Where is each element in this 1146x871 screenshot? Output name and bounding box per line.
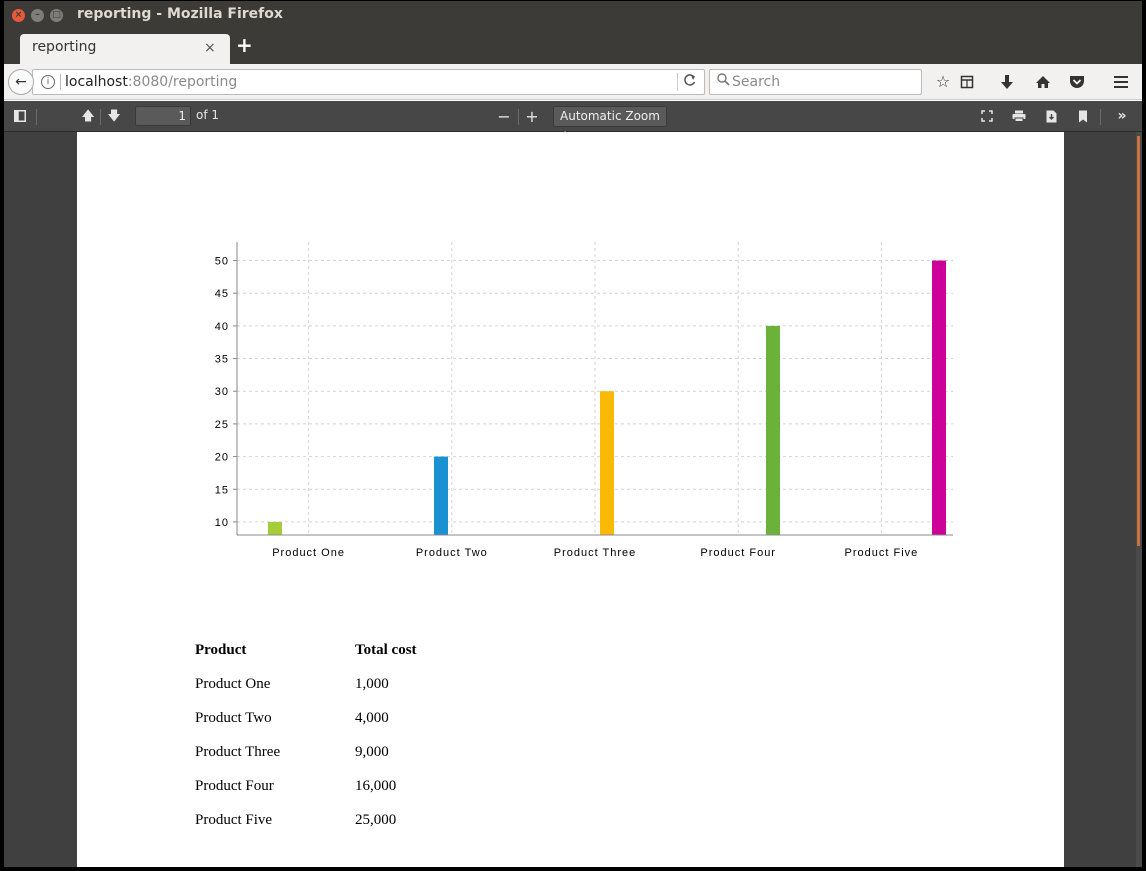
window-frame bbox=[0, 0, 1146, 871]
